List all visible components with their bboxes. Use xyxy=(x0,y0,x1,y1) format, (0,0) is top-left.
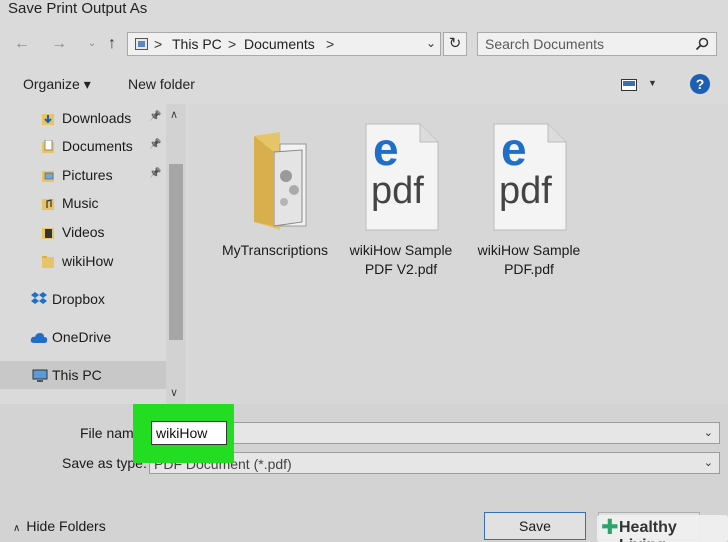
window-title: Save Print Output As xyxy=(8,0,148,17)
change-view-icon[interactable] xyxy=(621,79,637,91)
new-folder-button[interactable]: New folder xyxy=(128,76,195,92)
pin-icon[interactable]: 📌 xyxy=(149,111,161,122)
back-button[interactable]: ← xyxy=(12,34,32,54)
this-pc-icon xyxy=(32,369,48,382)
chevron-up-icon: ∧ xyxy=(13,523,21,534)
sidebar-item-this-pc[interactable]: This PC xyxy=(0,361,166,389)
sidebar-item-videos[interactable]: Videos xyxy=(0,218,166,246)
healthy-living-watermark: ✚ Healthy Living xyxy=(597,515,728,542)
sidebar-item-label: Downloads xyxy=(62,110,132,126)
organize-menu-button[interactable]: Organize ▾ xyxy=(23,76,91,93)
sidebar-item-dropbox[interactable]: Dropbox xyxy=(0,285,166,313)
sidebar-item-label: This PC xyxy=(52,367,102,383)
watermark-text: Healthy Living xyxy=(619,519,677,542)
title-bar: Save Print Output As xyxy=(0,0,728,22)
breadcrumb-this-pc[interactable]: This PC xyxy=(172,36,222,52)
forward-button[interactable]: → xyxy=(49,34,69,54)
sidebar-item-pictures[interactable]: Pictures 📌 xyxy=(0,161,166,189)
save-as-type-select[interactable]: PDF Document (*.pdf) ⌄ xyxy=(149,452,720,474)
save-dialog: Save Print Output As ← → ⌄ ↑ > This PC >… xyxy=(0,0,728,542)
plus-logo-icon: ✚ xyxy=(601,516,619,539)
recent-locations-chevron-icon[interactable]: ⌄ xyxy=(82,34,102,54)
file-name: MyTranscriptions xyxy=(221,242,329,258)
sidebar-item-label: Dropbox xyxy=(52,291,105,307)
breadcrumb-separator[interactable]: > xyxy=(326,36,334,52)
pin-icon[interactable]: 📌 xyxy=(149,168,161,179)
save-button[interactable]: Save xyxy=(484,512,586,540)
sidebar-item-label: Music xyxy=(62,195,99,211)
file-name-input[interactable] xyxy=(151,421,227,445)
command-toolbar: Organize ▾ New folder ▼ ? xyxy=(0,70,728,100)
dropbox-icon xyxy=(31,292,47,304)
edge-logo-icon: e xyxy=(373,123,399,175)
address-dropdown-icon[interactable]: ⌄ xyxy=(426,36,436,50)
scroll-down-icon[interactable]: ∨ xyxy=(170,386,178,399)
hide-folders-button[interactable]: ∧ Hide Folders xyxy=(13,518,106,534)
search-input[interactable] xyxy=(478,33,688,55)
file-name-combobox[interactable]: ⌄ xyxy=(149,422,720,444)
file-name: wikiHow Sample PDF V2.pdf xyxy=(349,242,453,277)
file-item-folder[interactable]: MyTranscriptions xyxy=(212,116,338,276)
sidebar-item-label: wikiHow xyxy=(62,253,114,269)
sidebar-item-music[interactable]: Music xyxy=(0,189,166,217)
navigation-pane: Downloads 📌 Documents 📌 Pictures 📌 Music… xyxy=(0,104,186,404)
breadcrumb-separator[interactable]: > xyxy=(228,36,236,52)
file-name: wikiHow Sample PDF.pdf xyxy=(477,242,581,277)
sidebar-item-documents[interactable]: Documents 📌 xyxy=(0,132,166,160)
file-list-view: MyTranscriptions e pdf wikiHow Sample PDF… xyxy=(188,104,728,404)
scroll-up-icon[interactable]: ∧ xyxy=(170,108,178,121)
refresh-button[interactable]: ↻ xyxy=(443,32,467,56)
download-folder-icon xyxy=(42,114,54,125)
chevron-down-icon[interactable]: ⌄ xyxy=(704,426,713,439)
documents-folder-icon xyxy=(42,140,54,153)
file-name-label: File nam xyxy=(80,425,134,441)
sidebar-item-onedrive[interactable]: OneDrive xyxy=(0,323,166,351)
pdf-label: pdf xyxy=(499,170,552,212)
sidebar-item-label: Videos xyxy=(62,224,105,240)
this-pc-icon xyxy=(135,38,148,50)
pin-icon[interactable]: 📌 xyxy=(149,139,161,150)
file-item-pdf[interactable]: e pdf wikiHow Sample PDF V2.pdf xyxy=(338,116,464,277)
breadcrumb-documents[interactable]: Documents xyxy=(244,36,315,52)
pictures-folder-icon xyxy=(42,171,54,182)
sidebar-item-downloads[interactable]: Downloads 📌 xyxy=(0,104,166,132)
up-folder-button[interactable]: ↑ xyxy=(102,34,122,54)
folder-icon xyxy=(254,132,307,230)
sidebar-item-label: OneDrive xyxy=(52,329,112,345)
edge-logo-icon: e xyxy=(501,123,527,175)
sidebar-scrollbar[interactable]: ∧ ∨ xyxy=(166,104,186,404)
address-bar[interactable]: > This PC > Documents > ⌄ xyxy=(127,32,441,56)
pdf-label: pdf xyxy=(371,170,424,212)
search-icon[interactable] xyxy=(695,37,709,51)
sidebar-item-label: Documents xyxy=(62,138,133,154)
sidebar-item-label: Pictures xyxy=(62,167,113,183)
navigation-row: ← → ⌄ ↑ > This PC > Documents > ⌄ ↻ xyxy=(0,26,728,62)
onedrive-icon xyxy=(30,333,48,343)
chevron-down-icon[interactable]: ⌄ xyxy=(704,456,713,469)
scrollbar-thumb[interactable] xyxy=(169,164,183,340)
view-options-caret-icon[interactable]: ▼ xyxy=(648,78,657,88)
help-icon[interactable]: ? xyxy=(690,74,710,94)
search-box xyxy=(477,32,717,56)
folder-icon xyxy=(42,256,54,268)
music-folder-icon xyxy=(42,199,54,210)
videos-folder-icon xyxy=(42,228,54,239)
sidebar-item-wikihow[interactable]: wikiHow xyxy=(0,247,166,275)
file-item-pdf[interactable]: e pdf wikiHow Sample PDF.pdf xyxy=(466,116,592,277)
breadcrumb-separator[interactable]: > xyxy=(154,36,162,52)
